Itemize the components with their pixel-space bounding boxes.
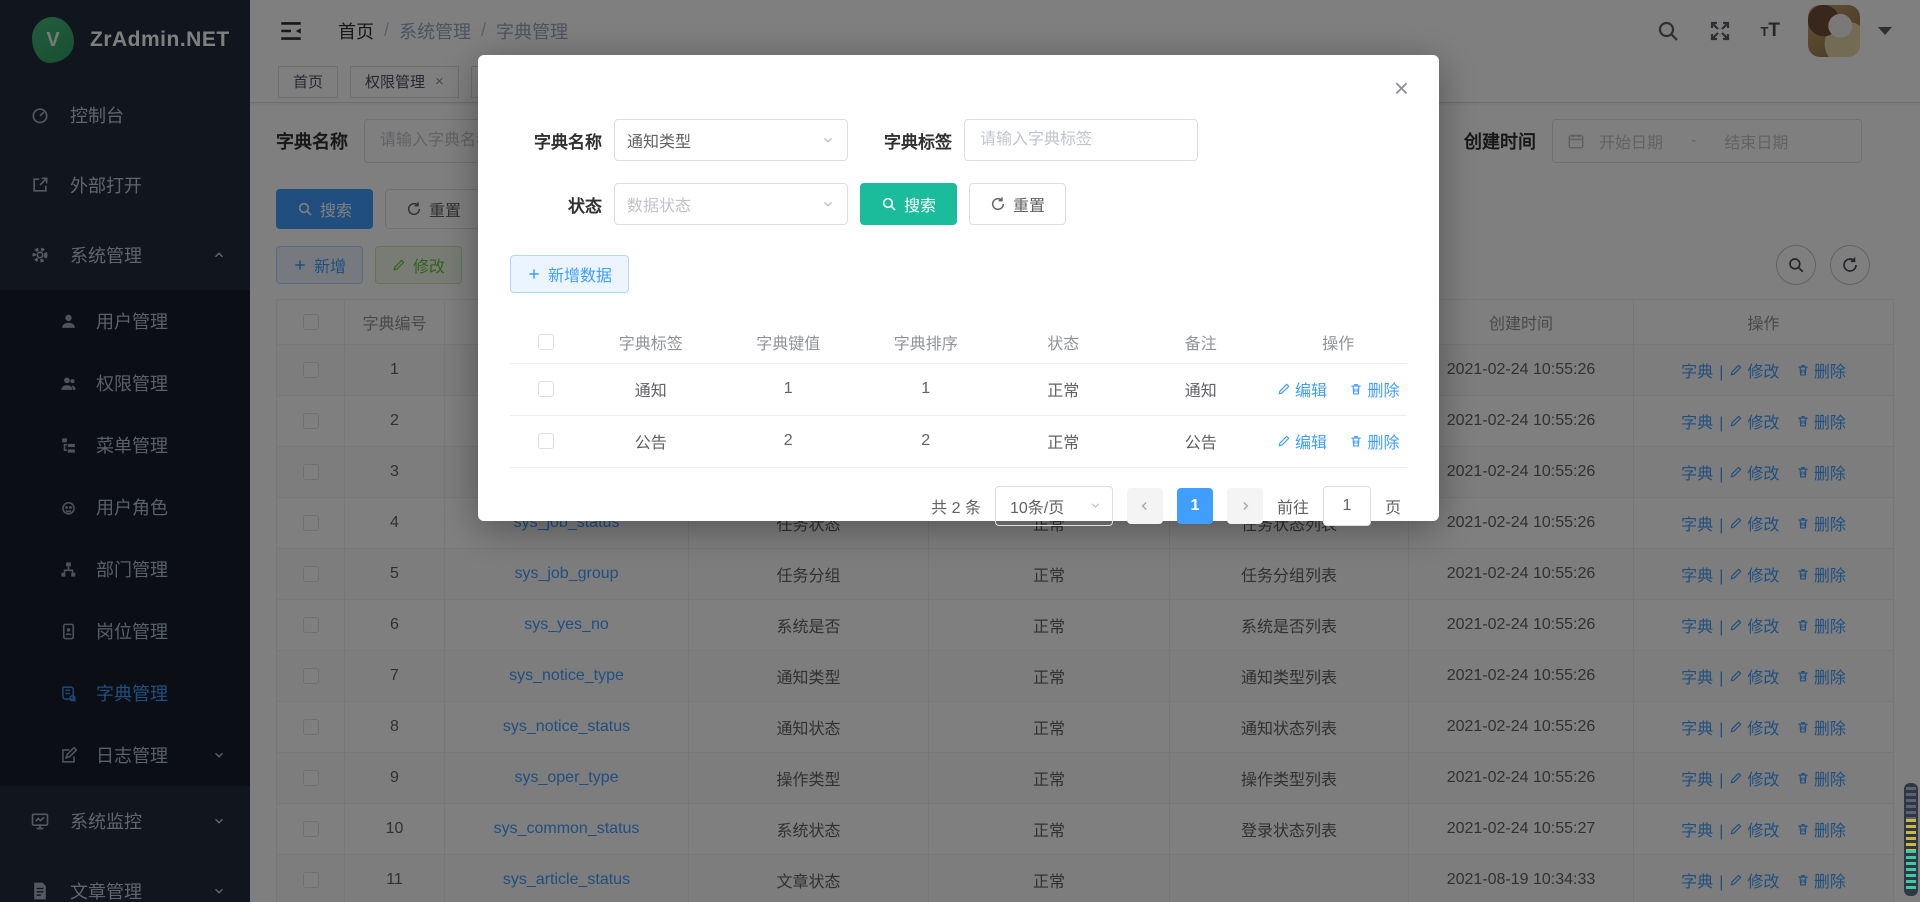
status-cell: 正常 (995, 363, 1133, 415)
modal-form-row-2: 状态 数据状态 搜索 重置 (510, 183, 1407, 225)
actions-cell: 编辑 删除 (1270, 363, 1408, 415)
prev-page-button[interactable] (1127, 488, 1163, 524)
dict-value-cell: 2 (720, 415, 858, 467)
dict-sort-cell: 2 (857, 415, 995, 467)
dict-data-dialog: × 字典名称 通知类型 字典标签 状态 数据状态 搜索 重置 (478, 55, 1439, 521)
dict-label-cell: 公告 (582, 415, 720, 467)
dict-sort-cell: 1 (857, 363, 995, 415)
close-icon[interactable]: × (1394, 75, 1409, 101)
minimap-scrollbar[interactable] (1904, 783, 1918, 896)
chevron-down-icon (821, 133, 835, 147)
chevron-down-icon (821, 197, 835, 211)
modal-header-remark: 备注 (1132, 321, 1270, 363)
modal-dict-label-input[interactable] (964, 119, 1198, 161)
row-edit-link[interactable]: 编辑 (1277, 377, 1327, 401)
dict-data-table: 字典标签 字典键值 字典排序 状态 备注 操作 通知 1 1 正常 通知 编 (510, 321, 1407, 468)
minimap-segment (1906, 850, 1916, 892)
modal-table-header-row: 字典标签 字典键值 字典排序 状态 备注 操作 (510, 321, 1407, 363)
row-select-cell (510, 415, 582, 467)
actions-cell: 编辑 删除 (1270, 415, 1408, 467)
select-value: 通知类型 (627, 128, 821, 152)
page-number-button[interactable]: 1 (1177, 488, 1213, 524)
pagination-total: 共 2 条 (931, 494, 981, 518)
status-cell: 正常 (995, 415, 1133, 467)
row-checkbox[interactable] (538, 381, 554, 397)
modal-header-status: 状态 (995, 321, 1133, 363)
jump-page-input[interactable] (1323, 486, 1371, 526)
modal-header-sort: 字典排序 (857, 321, 995, 363)
next-page-button[interactable] (1227, 488, 1263, 524)
modal-pagination: 共 2 条 10条/页 1 前往 页 (510, 486, 1407, 526)
modal-header-select-all (510, 321, 582, 363)
minimap-segment (1906, 819, 1916, 851)
remark-cell: 公告 (1132, 415, 1270, 467)
row-checkbox[interactable] (538, 433, 554, 449)
modal-header-label: 字典标签 (582, 321, 720, 363)
modal-header-actions: 操作 (1270, 321, 1408, 363)
modal-form-row-1: 字典名称 通知类型 字典标签 (510, 119, 1407, 161)
page-size-select[interactable]: 10条/页 (995, 486, 1113, 526)
jump-suffix: 页 (1385, 494, 1401, 518)
modal-dict-name-select[interactable]: 通知类型 (614, 119, 848, 161)
dict-label-cell: 通知 (582, 363, 720, 415)
row-select-cell (510, 363, 582, 415)
minimap-segment (1906, 787, 1916, 819)
modal-add-data-button[interactable]: 新增数据 (510, 255, 629, 293)
modal-search-button[interactable]: 搜索 (860, 183, 957, 225)
modal-table-row: 公告 2 2 正常 公告 编辑 删除 (510, 415, 1407, 467)
modal-dict-name-label: 字典名称 (510, 128, 602, 153)
modal-header-value: 字典键值 (720, 321, 858, 363)
modal-reset-button[interactable]: 重置 (969, 183, 1066, 225)
row-edit-link[interactable]: 编辑 (1277, 429, 1327, 453)
row-delete-link[interactable]: 删除 (1349, 429, 1399, 453)
modal-status-label: 状态 (510, 192, 602, 217)
dict-value-cell: 1 (720, 363, 858, 415)
jump-prefix: 前往 (1277, 494, 1309, 518)
modal-status-select[interactable]: 数据状态 (614, 183, 848, 225)
select-all-checkbox[interactable] (538, 334, 554, 350)
chevron-down-icon (1089, 499, 1102, 512)
select-placeholder: 数据状态 (627, 192, 821, 216)
modal-table-row: 通知 1 1 正常 通知 编辑 删除 (510, 363, 1407, 415)
modal-dict-label-label: 字典标签 (860, 128, 952, 153)
remark-cell: 通知 (1132, 363, 1270, 415)
row-delete-link[interactable]: 删除 (1349, 377, 1399, 401)
